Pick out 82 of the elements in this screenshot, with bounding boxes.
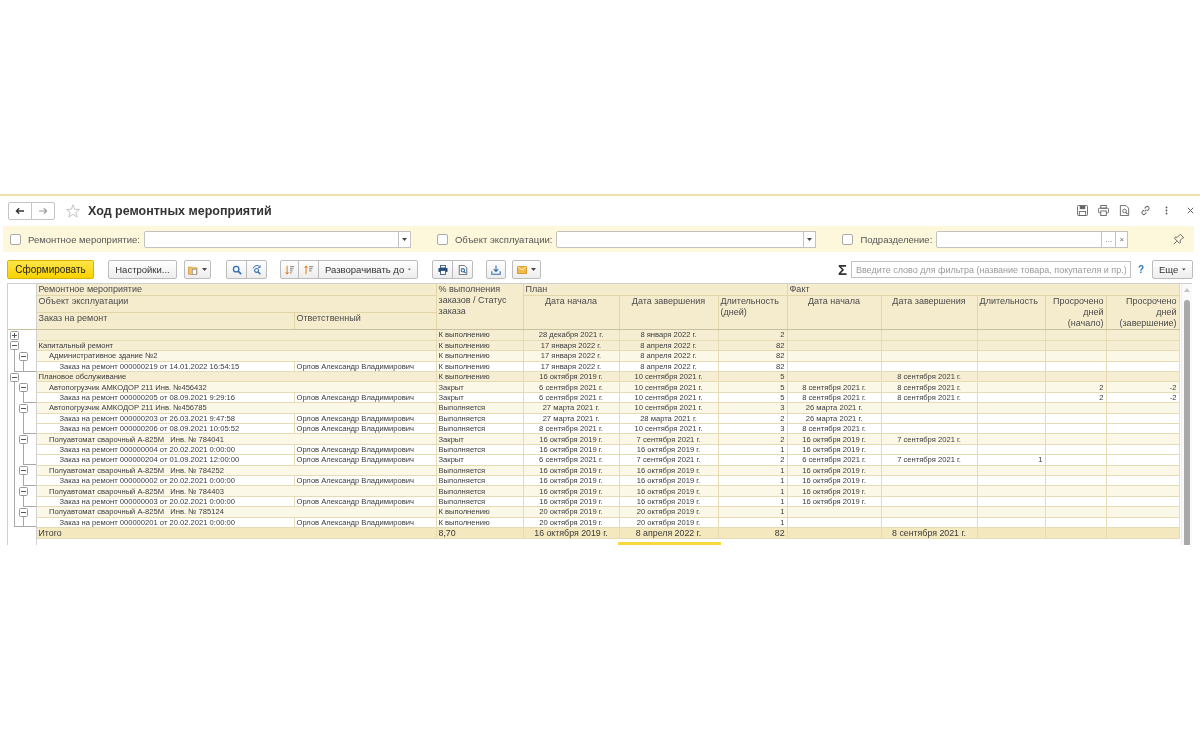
back-arrow-icon	[15, 206, 25, 215]
collapse-icon[interactable]	[19, 434, 28, 444]
caret-icon	[202, 268, 207, 271]
column-header: % выполнения заказов / Статус заказа	[436, 284, 523, 330]
column-header: Ремонтное мероприятие	[36, 284, 436, 296]
table-cell: 8 апреля 2022 г.	[619, 527, 718, 539]
collapse-icon[interactable]	[10, 341, 19, 351]
column-header: Длительность	[977, 295, 1046, 330]
caret-icon	[408, 268, 411, 271]
sort-down-icon	[284, 264, 295, 275]
save-icon[interactable]	[1077, 205, 1088, 216]
search-button[interactable]	[226, 260, 247, 279]
link-icon[interactable]	[1140, 205, 1151, 216]
clear-button[interactable]: ×	[1115, 230, 1129, 248]
checkbox[interactable]	[842, 233, 854, 245]
help-button[interactable]: ?	[1135, 264, 1146, 275]
filter-label: Объект эксплуатации:	[454, 233, 553, 245]
caret-icon	[531, 268, 536, 271]
collapse-icon[interactable]	[19, 507, 28, 517]
scrollbar[interactable]	[1180, 284, 1192, 545]
mail-icon	[517, 264, 527, 275]
report-variants-button[interactable]	[184, 260, 211, 279]
column-header: Просрочено дней (завершение)	[1106, 295, 1180, 330]
collapse-icon[interactable]	[19, 351, 28, 361]
column-header: Дата начала	[523, 295, 619, 330]
preview-icon	[457, 264, 468, 275]
expand-to-button[interactable]: Разворачивать до	[318, 260, 418, 279]
download-button[interactable]	[486, 260, 506, 279]
preview-icon[interactable]	[1119, 205, 1130, 216]
print-icon	[437, 264, 448, 275]
collapse-icon[interactable]	[10, 372, 19, 382]
collapse-icon[interactable]	[19, 382, 28, 392]
settings-button[interactable]: Настройки...	[108, 260, 177, 279]
caret-icon	[401, 237, 407, 241]
search-icon	[231, 264, 242, 275]
sort-up-button[interactable]	[298, 260, 319, 279]
window-title: Ход ремонтных мероприятий	[88, 203, 272, 218]
close-icon[interactable]	[1187, 207, 1194, 214]
search-reset-button[interactable]	[246, 260, 267, 279]
horizontal-scrollbar-thumb[interactable]	[618, 542, 721, 545]
sort-up-icon	[303, 264, 314, 275]
filter-label: Подразделение:	[860, 233, 933, 245]
table-cell: 16 октября 2019 г.	[523, 527, 619, 539]
table-cell: 82	[718, 527, 788, 539]
more-button[interactable]: Еще	[1152, 260, 1193, 279]
more-icon[interactable]	[1165, 205, 1168, 216]
send-button[interactable]	[512, 260, 541, 279]
table-cell: 8,70	[436, 527, 523, 539]
back-button[interactable]	[8, 201, 32, 220]
star-icon[interactable]	[66, 203, 80, 218]
checkbox[interactable]	[10, 233, 21, 245]
column-header: Дата завершения	[619, 295, 718, 330]
scrollbar-thumb[interactable]	[1183, 300, 1190, 545]
print-icon[interactable]	[1098, 205, 1109, 216]
column-header: Дата завершения	[881, 295, 978, 330]
column-group-header: План	[523, 284, 788, 296]
table-cell: 8 сентября 2021 г.	[881, 527, 978, 539]
collapse-icon[interactable]	[19, 466, 28, 476]
table-cell: Итого	[36, 527, 436, 539]
input-field[interactable]	[556, 230, 805, 248]
search-refresh-icon	[251, 264, 262, 275]
search-field[interactable]: Введите слово для фильтра (название товара, покупателя и пр.)	[850, 261, 1131, 278]
column-header: Длительность (дней)	[718, 295, 788, 330]
download-icon	[491, 264, 501, 275]
collapse-icon[interactable]	[19, 403, 28, 413]
preview-button[interactable]	[452, 260, 473, 279]
sum-button[interactable]: Σ	[837, 261, 847, 278]
caret-icon	[807, 237, 813, 241]
caret-icon	[1182, 268, 1186, 271]
filter-label: Ремонтное мероприятие:	[28, 233, 140, 245]
collapse-icon[interactable]	[19, 486, 28, 496]
column-group-header: Факт	[787, 284, 1180, 296]
pin-icon[interactable]	[1173, 233, 1185, 245]
generate-button[interactable]: Сформировать	[7, 260, 94, 279]
input-field[interactable]	[936, 230, 1103, 248]
print-button[interactable]	[432, 260, 453, 279]
input-field[interactable]	[143, 230, 399, 248]
forward-arrow-icon	[38, 206, 48, 215]
checkbox[interactable]	[436, 233, 448, 245]
documents-icon	[188, 264, 198, 275]
column-header: Просрочено дней (начало)	[1045, 295, 1107, 330]
column-header: Дата начала	[787, 295, 882, 330]
